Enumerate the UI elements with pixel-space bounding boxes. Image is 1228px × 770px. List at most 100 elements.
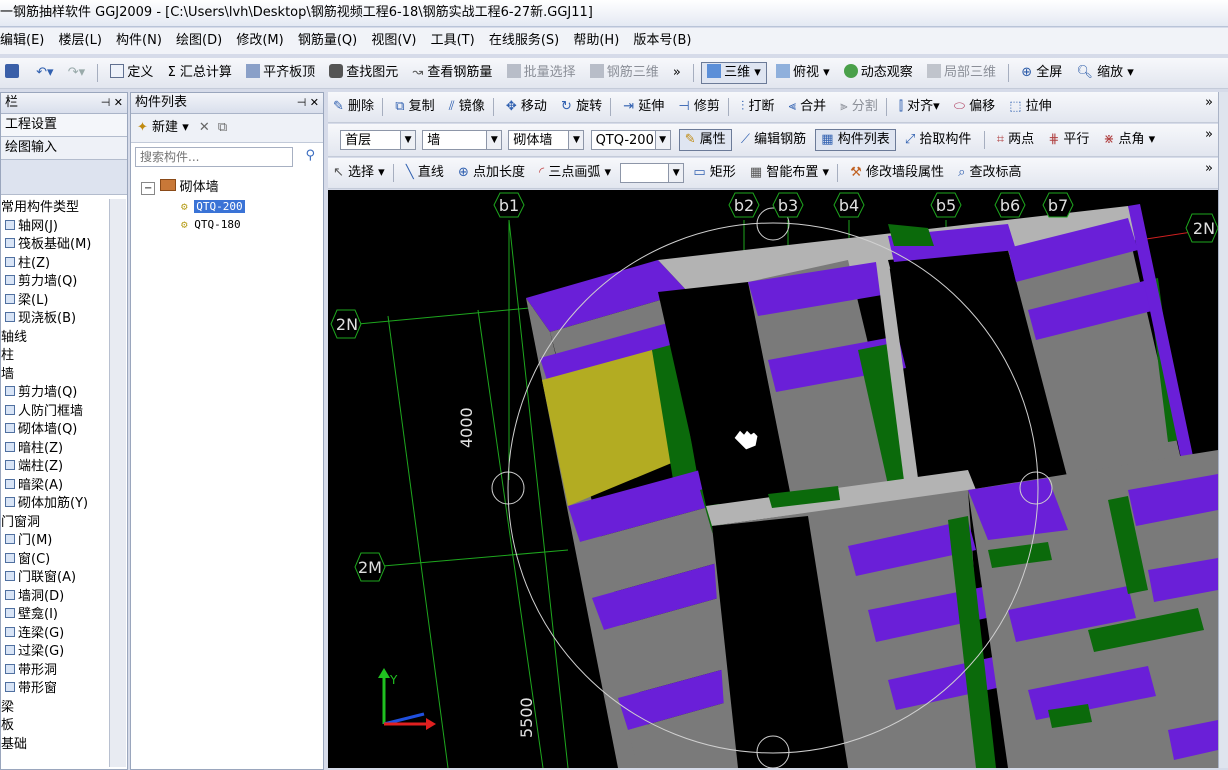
save-button[interactable]	[0, 62, 27, 84]
dynamic-view-button[interactable]: 动态观察	[839, 62, 918, 84]
component-list-pin-close[interactable]: ⊣ ✕	[297, 93, 319, 113]
more-button[interactable]: »	[668, 62, 686, 84]
arc3-dropdown[interactable]: ◜ 三点画弧 ▾	[534, 162, 616, 184]
arc-option-select[interactable]: ▼	[620, 162, 685, 183]
modify-segment-button[interactable]: ⚒ 修改墙段属性	[845, 162, 949, 184]
new-component-button[interactable]: ✦ 新建 ▾	[137, 120, 189, 135]
line-button[interactable]: ╲ 直线	[401, 162, 449, 184]
split-button[interactable]: ⫸ 分割	[835, 96, 882, 118]
fullscreen-button[interactable]: ⊕ 全屏	[1016, 62, 1067, 84]
redo-button[interactable]: ↷▾	[63, 62, 90, 84]
delete-button[interactable]: ✎ 删除	[328, 96, 379, 118]
rebar-3d-button[interactable]: 钢筋三维	[585, 62, 664, 84]
copy-component-button[interactable]: ⧉	[218, 120, 227, 135]
zoom-dropdown[interactable]: 🔍︎ 缩放 ▾	[1071, 62, 1138, 84]
tree-wall-hole[interactable]: 墙洞(D)	[1, 588, 109, 607]
menu-component[interactable]: 构件(N)	[116, 33, 162, 48]
tree-link-beam[interactable]: 连梁(G)	[1, 625, 109, 644]
offset-button[interactable]: ⬭ 偏移	[949, 96, 1000, 118]
view3d-dropdown[interactable]: 三维 ▾	[701, 61, 767, 84]
select-dropdown[interactable]: ↖ 选择 ▾	[328, 162, 390, 184]
undo-button[interactable]: ↶▾	[31, 62, 58, 84]
break-button[interactable]: ⫶ 打断	[736, 96, 779, 118]
stretch-button[interactable]: ⬚ 拉伸	[1004, 96, 1056, 118]
menu-rebar[interactable]: 钢筋量(Q)	[298, 33, 357, 48]
tree-lintel[interactable]: 过梁(G)	[1, 643, 109, 662]
delete-component-button[interactable]: ✕	[199, 120, 210, 135]
component-select[interactable]: QTQ-200 ▼	[590, 129, 671, 150]
find-button[interactable]: 查找图元	[324, 62, 403, 84]
view-rebar-button[interactable]: ↝ 查看钢筋量	[407, 62, 497, 84]
tree-hidden-col[interactable]: 暗柱(Z)	[1, 440, 109, 459]
tree-axis[interactable]: 轴线	[1, 329, 109, 348]
model-3d-view[interactable]: b1 b2 b3 b4 b5 b6 b7 2N 2N 2M 4000 5500 …	[328, 190, 1218, 768]
local3d-button[interactable]: 局部三维	[922, 62, 1001, 84]
menu-version[interactable]: 版本号(B)	[633, 33, 691, 48]
tree-wall-group[interactable]: 墙	[1, 366, 109, 385]
tree-column[interactable]: 柱(Z)	[1, 255, 109, 274]
topview-dropdown[interactable]: 俯视 ▾	[771, 62, 835, 84]
batch-select-button[interactable]: 批量选择	[502, 62, 581, 84]
menu-edit[interactable]: 编辑(E)	[0, 33, 44, 48]
copy-button[interactable]: ⧉ 复制	[390, 96, 439, 118]
collapse-icon[interactable]: −	[141, 182, 156, 195]
rectangle-button[interactable]: ▭ 矩形	[688, 162, 740, 184]
category-select[interactable]: 墙 ▼	[422, 129, 503, 150]
tree-beam-group[interactable]: 梁	[1, 699, 109, 718]
edit-rebar-button[interactable]: ⟋ 编辑钢筋	[736, 129, 811, 151]
tree-strip-window[interactable]: 带形窗	[1, 680, 109, 699]
tree-shearwall[interactable]: 剪力墙(Q)	[1, 273, 109, 292]
search-input[interactable]	[135, 147, 293, 167]
tree-grid[interactable]: 轴网(J)	[1, 218, 109, 237]
drawing-canvas[interactable]: b1 b2 b3 b4 b5 b6 b7 2N 2N 2M 4000 5500 …	[328, 190, 1218, 768]
tree-slab[interactable]: 现浇板(B)	[1, 310, 109, 329]
tree-hidden-beam[interactable]: 暗梁(A)	[1, 477, 109, 496]
navigator-pin-close[interactable]: ⊣ ✕	[101, 93, 123, 113]
floor-select[interactable]: 首层 ▼	[340, 129, 417, 150]
tree-niche[interactable]: 壁龛(I)	[1, 606, 109, 625]
component-item-qtq180[interactable]: ⚙ QTQ-180	[141, 216, 323, 235]
merge-button[interactable]: ⫷ 合并	[784, 96, 831, 118]
menu-floor[interactable]: 楼层(L)	[59, 33, 102, 48]
tree-end-col[interactable]: 端柱(Z)	[1, 458, 109, 477]
menu-tools[interactable]: 工具(T)	[431, 33, 475, 48]
flatten-button[interactable]: 平齐板顶	[241, 62, 320, 84]
tree-window[interactable]: 窗(C)	[1, 551, 109, 570]
more-edit-button[interactable]: »	[1200, 92, 1218, 114]
menu-draw[interactable]: 绘图(D)	[176, 33, 222, 48]
rotate-button[interactable]: ↻ 旋转	[556, 96, 607, 118]
menu-help[interactable]: 帮助(H)	[573, 33, 619, 48]
tree-strip-hole[interactable]: 带形洞	[1, 662, 109, 681]
component-item-qtq200[interactable]: ⚙ QTQ-200	[141, 198, 323, 217]
type-select[interactable]: 砌体墙 ▼	[508, 129, 585, 150]
tree-raft[interactable]: 筏板基础(M)	[1, 236, 109, 255]
tab-project-settings[interactable]: 工程设置	[1, 114, 127, 137]
menu-modify[interactable]: 修改(M)	[236, 33, 283, 48]
properties-button[interactable]: ✎ 属性	[678, 128, 732, 151]
parallel-axis-button[interactable]: ⋕ 平行	[1043, 129, 1094, 151]
tree-civil-door-wall[interactable]: 人防门框墙	[1, 403, 109, 422]
move-button[interactable]: ✥ 移动	[501, 96, 552, 118]
check-elevation-button[interactable]: ⌕ 查改标高	[953, 162, 1026, 184]
point-angle-dropdown[interactable]: ⋇ 点角 ▾	[1099, 129, 1161, 151]
point-length-button[interactable]: ⊕ 点加长度	[453, 162, 530, 184]
tree-masonry-rebar[interactable]: 砌体加筋(Y)	[1, 495, 109, 514]
more-selector-button[interactable]: »	[1200, 124, 1218, 146]
tree-openings[interactable]: 门窗洞	[1, 514, 109, 533]
tree-door-window[interactable]: 门联窗(A)	[1, 569, 109, 588]
extend-button[interactable]: ⇥ 延伸	[618, 96, 669, 118]
component-list-button[interactable]: ▦ 构件列表	[815, 128, 896, 151]
mirror-button[interactable]: ⫽ 镜像	[444, 96, 490, 118]
tree-slab-group[interactable]: 板	[1, 717, 109, 736]
tree-foundation[interactable]: 基础	[1, 736, 109, 755]
align-dropdown[interactable]: ⫿ 对齐▾	[894, 96, 945, 118]
define-button[interactable]: 定义	[105, 62, 158, 84]
trim-button[interactable]: ⊣ 修剪	[673, 96, 724, 118]
tree-beam[interactable]: 梁(L)	[1, 292, 109, 311]
tree-masonry-root[interactable]: − 砌体墙	[141, 179, 323, 198]
tree-col-group[interactable]: 柱	[1, 347, 109, 366]
sum-button[interactable]: Σ 汇总计算	[163, 62, 237, 84]
tree-door[interactable]: 门(M)	[1, 532, 109, 551]
pick-component-button[interactable]: ⤢ 拾取构件	[900, 129, 977, 151]
navigator-scrollbar[interactable]	[109, 199, 126, 767]
